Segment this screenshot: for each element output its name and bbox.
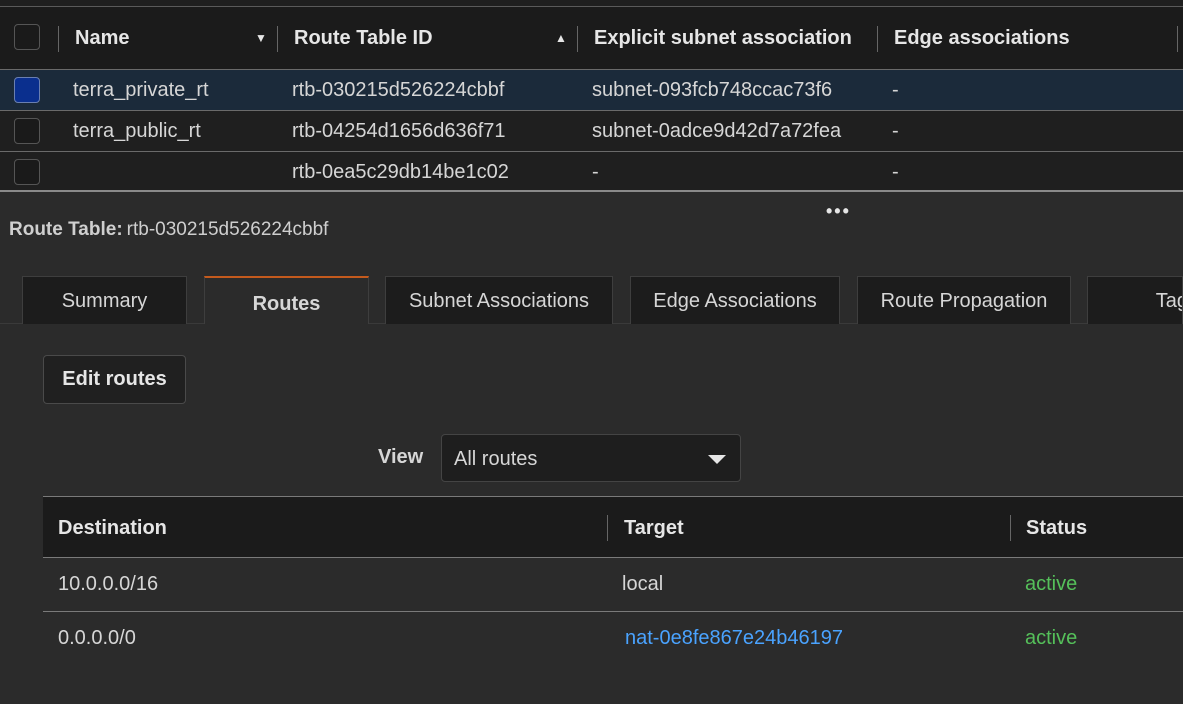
column-header-name[interactable]: Name <box>75 7 245 69</box>
route-table-name: terra_public_rt <box>73 120 201 142</box>
filter-dropdown-icon[interactable]: ▼ <box>255 7 267 69</box>
sort-ascending-icon[interactable]: ▲ <box>555 7 567 69</box>
view-select-value: All routes <box>454 448 538 470</box>
column-header-destination[interactable]: Destination <box>58 497 167 559</box>
column-separator[interactable] <box>877 26 878 52</box>
explicit-subnet-association: subnet-0adce9d42d7a72fea <box>592 120 842 142</box>
route-status: active <box>1025 627 1078 649</box>
routes-table-header: Destination Target Status <box>43 496 1183 558</box>
edit-routes-button[interactable]: Edit routes <box>43 355 186 404</box>
route-table-id: rtb-04254d1656d636f71 <box>292 120 506 142</box>
explicit-subnet-association: subnet-093fcb748ccac73f6 <box>592 79 833 101</box>
table-header: Name ▼ Route Table ID ▲ Explicit subnet … <box>0 7 1183 70</box>
tab-edge-associations[interactable]: Edge Associations <box>630 276 840 324</box>
route-table-name: terra_private_rt <box>73 79 209 101</box>
tab-route-propagation[interactable]: Route Propagation <box>857 276 1071 324</box>
row-checkbox[interactable] <box>14 77 40 103</box>
tab-tags-label: Tags <box>1155 290 1182 312</box>
column-separator[interactable] <box>58 26 59 52</box>
table-row[interactable]: rtb-0ea5c29db14be1c02 - - <box>0 152 1183 192</box>
route-target-link[interactable]: nat-0e8fe867e24b46197 <box>625 612 843 665</box>
route-table-id: rtb-0ea5c29db14be1c02 <box>292 161 509 183</box>
tab-subnet-associations[interactable]: Subnet Associations <box>385 276 613 324</box>
table-row: 0.0.0.0/0 nat-0e8fe867e24b46197 active <box>43 612 1183 665</box>
row-checkbox[interactable] <box>14 118 40 144</box>
column-separator[interactable] <box>577 26 578 52</box>
select-all-checkbox[interactable] <box>14 24 40 50</box>
route-tables-table: Name ▼ Route Table ID ▲ Explicit subnet … <box>0 0 1183 192</box>
tab-summary[interactable]: Summary <box>22 276 187 324</box>
column-header-edge-associations[interactable]: Edge associations <box>894 7 1154 69</box>
explicit-subnet-association: - <box>592 161 599 183</box>
view-select[interactable]: All routes <box>441 434 741 482</box>
route-destination: 0.0.0.0/0 <box>58 627 136 649</box>
detail-heading-label: Route Table: <box>9 219 123 240</box>
tab-routes[interactable]: Routes <box>204 276 369 324</box>
edge-association: - <box>892 79 899 101</box>
chevron-down-icon <box>708 455 726 464</box>
column-separator[interactable] <box>607 515 608 541</box>
route-destination: 10.0.0.0/16 <box>58 573 159 595</box>
route-table-id: rtb-030215d526224cbbf <box>292 79 505 101</box>
detail-heading: Route Table: rtb-030215d526224cbbf <box>9 219 328 241</box>
table-row[interactable]: terra_public_rt rtb-04254d1656d636f71 su… <box>0 111 1183 152</box>
table-row: 10.0.0.0/16 local active <box>43 558 1183 612</box>
detail-heading-value: rtb-030215d526224cbbf <box>126 219 329 240</box>
tab-tags[interactable]: Tags <box>1087 276 1183 324</box>
routes-table: Destination Target Status 10.0.0.0/16 lo… <box>43 496 1183 704</box>
row-checkbox[interactable] <box>14 159 40 185</box>
resize-handle-icon[interactable]: ••• <box>826 202 851 220</box>
pane-splitter[interactable] <box>0 190 1183 192</box>
column-separator[interactable] <box>1010 515 1011 541</box>
column-separator[interactable] <box>1177 26 1178 52</box>
column-header-explicit-subnet[interactable]: Explicit subnet association <box>594 7 862 69</box>
column-header-status[interactable]: Status <box>1026 497 1087 559</box>
column-header-target[interactable]: Target <box>624 497 684 559</box>
edge-association: - <box>892 161 899 183</box>
view-label: View <box>378 446 424 468</box>
column-header-route-table-id[interactable]: Route Table ID <box>294 7 534 69</box>
route-status: active <box>1025 573 1078 595</box>
column-separator[interactable] <box>277 26 278 52</box>
edge-association: - <box>892 120 899 142</box>
table-row[interactable]: terra_private_rt rtb-030215d526224cbbf s… <box>0 70 1183 111</box>
route-target: local <box>622 573 664 595</box>
